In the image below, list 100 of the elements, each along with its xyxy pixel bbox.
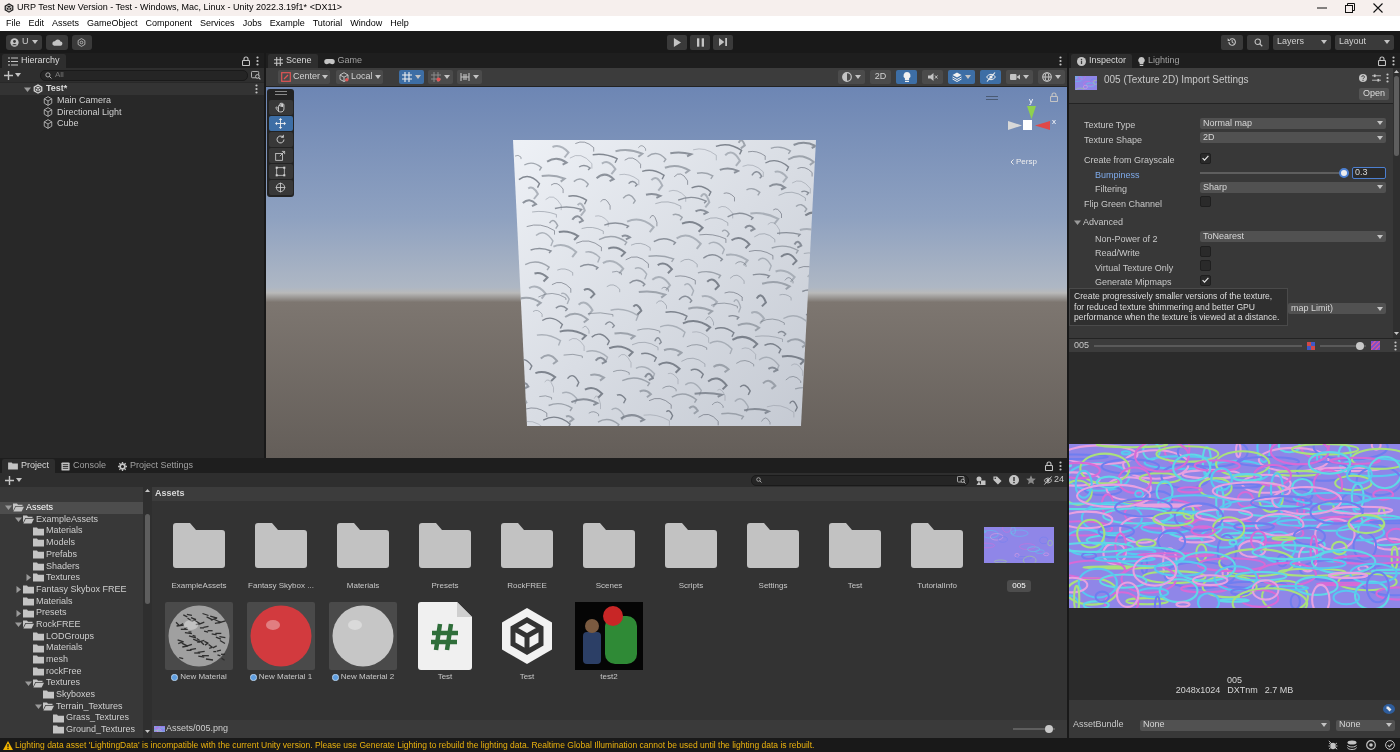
menu-item[interactable]: Component	[145, 16, 193, 31]
menu-item[interactable]: Assets	[52, 16, 80, 31]
more-options-icon[interactable]	[1392, 55, 1395, 66]
scroll-up-icon[interactable]	[145, 489, 150, 492]
tab[interactable]: Inspector	[1071, 54, 1133, 68]
foldout-arrow-icon[interactable]	[14, 609, 22, 617]
foldout-arrow-icon[interactable]	[24, 679, 32, 687]
asset-label[interactable]: New Material 1	[258, 671, 313, 683]
dropdown[interactable]: Normal map	[1200, 117, 1386, 129]
lock-icon[interactable]	[242, 55, 250, 66]
slider-thumb[interactable]	[1356, 341, 1365, 350]
effects-dropdown[interactable]	[948, 70, 975, 84]
scroll-down-icon[interactable]	[1394, 332, 1399, 335]
asset-label[interactable]: TutorialInfo	[917, 580, 957, 592]
foldout-arrow-icon[interactable]	[24, 85, 31, 93]
folder-item[interactable]: Fantasy Skybox FREE	[36, 582, 127, 597]
texture-thumbnail[interactable]	[984, 527, 1054, 563]
tag-icon[interactable]	[993, 475, 1002, 485]
tab[interactable]: Lighting	[1132, 54, 1186, 68]
grid-snap-button[interactable]	[399, 70, 424, 84]
tab[interactable]: Hierarchy	[2, 54, 66, 68]
lock-icon[interactable]	[1045, 460, 1053, 471]
dropdown[interactable]: Sharp	[1200, 181, 1386, 193]
asset-label[interactable]: New Material 2	[340, 671, 395, 683]
checkbox[interactable]	[1200, 260, 1211, 272]
more-options-icon[interactable]	[1394, 340, 1397, 351]
cube-logo-icon[interactable]	[499, 606, 555, 666]
scene-search-icon[interactable]	[251, 70, 261, 80]
tool-button[interactable]	[268, 180, 293, 195]
mode-2d-toggle[interactable]: 2D	[870, 70, 891, 84]
foldout-arrow-icon[interactable]	[1074, 218, 1081, 226]
checkbox[interactable]	[1200, 152, 1211, 164]
tab[interactable]: Scene	[268, 54, 318, 68]
menu-item[interactable]: Window	[350, 16, 383, 31]
tab[interactable]: Project Settings	[112, 459, 200, 473]
menu-item[interactable]: File	[6, 16, 21, 31]
channel-checker-icon[interactable]	[1307, 341, 1316, 350]
folder-item[interactable]: Skyboxes	[56, 688, 96, 702]
slider-track[interactable]	[1320, 341, 1367, 350]
hierarchy-item[interactable]: Main Camera	[57, 94, 112, 108]
asset-label[interactable]: Settings	[758, 580, 788, 592]
scroll-down-icon[interactable]	[145, 730, 150, 733]
target-icon[interactable]	[1366, 740, 1376, 750]
folder-item[interactable]: Prefabs	[46, 547, 78, 562]
menu-item[interactable]: Help	[390, 16, 409, 31]
grid-display-button[interactable]	[428, 70, 453, 84]
hierarchy-item[interactable]: Cube	[57, 117, 79, 131]
more-options-icon[interactable]	[255, 84, 258, 94]
asset-label[interactable]: Fantasy Skybox ...	[248, 580, 314, 592]
checkbox[interactable]	[1200, 196, 1211, 208]
folder-item[interactable]: RockFREE	[36, 617, 81, 632]
folder-item[interactable]: Ground_Textures	[66, 723, 136, 737]
hidden-packages-button[interactable]: 24	[1043, 473, 1064, 487]
scrollbar-thumb[interactable]	[145, 514, 150, 604]
audio-toggle[interactable]	[922, 70, 943, 84]
star-icon[interactable]	[1026, 475, 1036, 485]
search-field[interactable]: All	[40, 69, 248, 81]
asset-label[interactable]: Test	[847, 580, 863, 592]
asset-label[interactable]: Test	[519, 671, 535, 683]
section-header[interactable]: Advanced	[1083, 215, 1124, 229]
preset-sliders-icon[interactable]	[1372, 74, 1381, 82]
check-circle-icon[interactable]	[1385, 740, 1395, 750]
pivot-dropdown[interactable]: Center	[278, 70, 330, 84]
search-type-icon[interactable]	[957, 476, 966, 484]
tool-button[interactable]	[268, 164, 293, 179]
tool-button[interactable]	[268, 116, 293, 131]
folder-item[interactable]: Materials	[46, 524, 83, 538]
gizmos-dropdown[interactable]	[1038, 70, 1065, 84]
account-dropdown[interactable]: U	[6, 34, 42, 50]
layout-dropdown[interactable]: Layout	[1335, 34, 1394, 50]
space-dropdown[interactable]: Local	[336, 70, 383, 84]
hierarchy-item[interactable]: Directional Light	[57, 105, 122, 120]
exclamation-circle-icon[interactable]	[1009, 475, 1019, 485]
asset-label[interactable]: Test	[437, 671, 453, 683]
value-field[interactable]: 0.3	[1352, 166, 1386, 179]
foldout-arrow-icon[interactable]	[14, 516, 22, 524]
folder-item[interactable]: Models	[46, 536, 75, 550]
asset-label[interactable]: test2	[600, 671, 618, 683]
tool-button[interactable]	[268, 148, 293, 163]
breadcrumb[interactable]: Assets	[152, 487, 1067, 501]
folder-icon[interactable]	[747, 522, 799, 568]
scroll-up-icon[interactable]	[1394, 70, 1399, 73]
folder-item[interactable]: rockFree	[46, 664, 82, 679]
folder-icon[interactable]	[911, 522, 963, 568]
tab[interactable]: Console	[55, 459, 113, 473]
cloud-button[interactable]	[45, 34, 68, 50]
menu-item[interactable]: Edit	[28, 16, 45, 31]
asset-label[interactable]: New Material	[180, 671, 227, 683]
tool-button[interactable]	[268, 132, 293, 147]
increment-snap-button[interactable]	[457, 70, 482, 84]
slider-thumb[interactable]	[1044, 725, 1053, 733]
folder-icon[interactable]	[665, 522, 717, 568]
add-dropdown[interactable]	[4, 69, 21, 81]
folder-item[interactable]: Shaders	[46, 559, 80, 574]
menu-item[interactable]: GameObject	[87, 16, 138, 31]
pause-button[interactable]	[690, 34, 710, 50]
folder-icon[interactable]	[583, 522, 635, 568]
asset-label[interactable]: ExampleAssets	[171, 580, 227, 592]
folder-item[interactable]: Grass_Textures	[66, 711, 130, 725]
visibility-toggle[interactable]	[980, 70, 1001, 84]
